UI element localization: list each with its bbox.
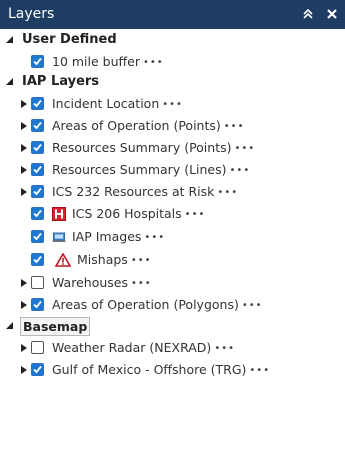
layer-row-ics-232-resources-at-risk: ICS 232 Resources at Risk ••• [0,181,345,203]
group-iap-layers: IAP Layers [0,71,345,93]
layer-checkbox[interactable] [31,363,44,376]
layer-options-menu[interactable]: ••• [217,187,238,198]
expand-icon[interactable] [19,121,29,131]
layer-label: Incident Location ••• [52,96,183,111]
layer-row-areas-of-operation-polygons: Areas of Operation (Polygons) ••• [0,294,345,316]
panel-title: Layers [8,6,55,22]
layer-options-menu[interactable]: ••• [185,209,206,220]
warning-icon [54,252,72,267]
layer-checkbox[interactable] [31,97,44,110]
layer-row-weather-radar: Weather Radar (NEXRAD) ••• [0,337,345,359]
layer-label: Areas of Operation (Points) ••• [52,118,245,133]
expand-icon[interactable] [19,365,29,375]
layer-checkbox[interactable] [31,230,44,243]
expand-icon[interactable] [19,300,29,310]
layer-options-menu[interactable]: ••• [242,300,263,311]
collapse-group-icon[interactable] [5,35,15,45]
layer-checkbox[interactable] [31,55,44,68]
layer-row-incident-location: Incident Location ••• [0,93,345,115]
expand-icon[interactable] [19,143,29,153]
group-label: IAP Layers [22,74,100,89]
layer-row-10-mile-buffer: 10 mile buffer ••• [0,51,345,73]
layer-options-menu[interactable]: ••• [224,121,245,132]
layer-checkbox[interactable] [31,341,44,354]
layer-row-warehouses: Warehouses ••• [0,272,345,294]
expand-icon[interactable] [19,343,29,353]
layer-label: ICS 232 Resources at Risk ••• [52,184,239,199]
close-icon[interactable] [324,4,340,24]
layer-row-areas-of-operation-points: Areas of Operation (Points) ••• [0,115,345,137]
layer-label: Mishaps ••• [77,252,152,267]
layer-options-menu[interactable]: ••• [162,99,183,110]
layer-label: Weather Radar (NEXRAD) ••• [52,340,236,355]
layer-options-menu[interactable]: ••• [249,365,270,376]
layer-checkbox[interactable] [31,119,44,132]
layer-row-gulf-of-mexico-offshore: Gulf of Mexico - Offshore (TRG) ••• [0,359,345,381]
layer-options-menu[interactable]: ••• [235,143,256,154]
collapse-group-icon[interactable] [5,77,15,87]
layer-label: Areas of Operation (Polygons) ••• [52,297,263,312]
layer-checkbox[interactable] [31,185,44,198]
layer-checkbox[interactable] [31,141,44,154]
layer-checkbox[interactable] [31,276,44,289]
expand-icon[interactable] [19,99,29,109]
layer-options-menu[interactable]: ••• [144,232,165,243]
collapse-icon[interactable] [300,4,316,24]
group-basemap: Basemap [0,315,345,337]
collapse-group-icon[interactable] [5,321,15,331]
layers-panel-header: Layers [0,0,345,29]
layer-label: ICS 206 Hospitals ••• [72,206,206,221]
layer-options-menu[interactable]: ••• [131,255,152,266]
layer-row-mishaps: Mishaps ••• [0,249,345,271]
layer-row-ics-206-hospitals: ICS 206 Hospitals ••• [0,203,345,225]
expand-icon[interactable] [19,165,29,175]
layer-checkbox[interactable] [31,298,44,311]
layer-checkbox[interactable] [31,163,44,176]
layer-checkbox[interactable] [31,253,44,266]
layer-options-menu[interactable]: ••• [230,165,251,176]
expand-icon[interactable] [19,278,29,288]
layer-label: Warehouses ••• [52,275,152,290]
layer-options-menu[interactable]: ••• [143,57,164,68]
layer-label: Resources Summary (Points) ••• [52,140,256,155]
image-icon [52,229,66,243]
group-user-defined: User Defined [0,29,345,51]
layer-row-iap-images: IAP Images ••• [0,226,345,248]
layer-options-menu[interactable]: ••• [214,343,235,354]
layer-label: Resources Summary (Lines) ••• [52,162,251,177]
hospital-icon [52,206,66,221]
layer-checkbox[interactable] [31,207,44,220]
group-label: Basemap [20,317,91,336]
expand-icon[interactable] [19,187,29,197]
layer-label: Gulf of Mexico - Offshore (TRG) ••• [52,362,271,377]
layer-label: IAP Images ••• [72,229,166,244]
layer-row-resources-summary-points: Resources Summary (Points) ••• [0,137,345,159]
group-label: User Defined [22,32,117,47]
layer-row-resources-summary-lines: Resources Summary (Lines) ••• [0,159,345,181]
layer-options-menu[interactable]: ••• [131,278,152,289]
